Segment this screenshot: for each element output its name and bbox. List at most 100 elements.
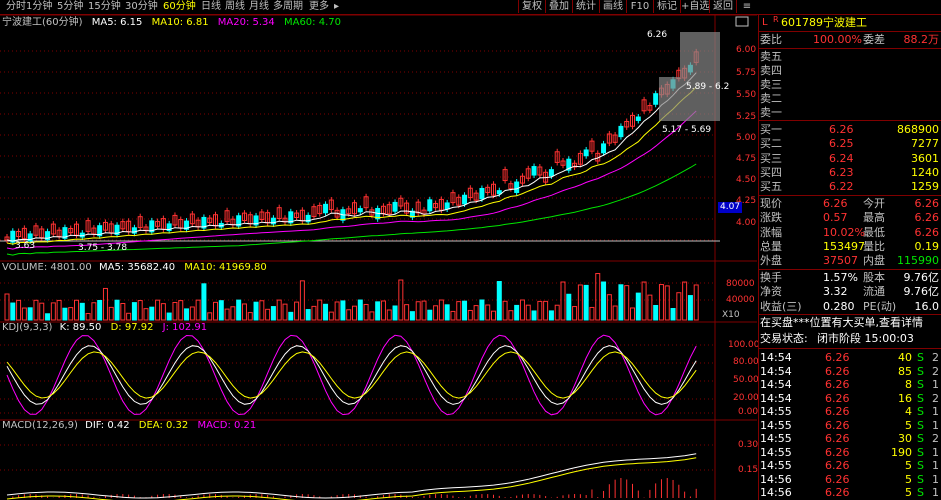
buy-level-label: 买二 bbox=[760, 137, 782, 151]
volume-bar-down bbox=[27, 307, 33, 321]
volume-unit: X10 bbox=[722, 310, 740, 320]
volume-bar-up bbox=[247, 312, 253, 321]
stock-name[interactable]: 宁波建工 bbox=[823, 16, 867, 30]
volume-bar-up bbox=[537, 300, 543, 321]
buy-level-row[interactable]: 买四 6.23 1240 bbox=[759, 166, 941, 180]
candle-down bbox=[392, 201, 398, 212]
pair-low-annotation: 3.75 - 3.78 bbox=[78, 243, 128, 253]
buy-price: 6.25 bbox=[829, 137, 854, 151]
sell-level-row[interactable]: 卖五 bbox=[759, 50, 941, 64]
back-button[interactable]: 返回 bbox=[709, 0, 736, 13]
volume-bar-up bbox=[241, 303, 247, 321]
adjust-button[interactable]: 复权 bbox=[518, 0, 545, 13]
quote-row: 外盘 37507 内盘 115990 bbox=[759, 254, 941, 268]
volume-bar-up bbox=[74, 299, 79, 321]
menu-icon[interactable]: ≡ bbox=[736, 0, 757, 13]
volume-bar-up bbox=[68, 307, 74, 321]
buy-volume: 868900 bbox=[897, 123, 939, 136]
buy-level-row[interactable]: 买三 6.24 3601 bbox=[759, 152, 941, 166]
buy-level-row[interactable]: 买五 6.22 1259 bbox=[759, 180, 941, 194]
volume-bar-up bbox=[525, 304, 531, 321]
volume-bar-up bbox=[120, 302, 126, 321]
sell-level-label: 卖三 bbox=[760, 78, 782, 91]
sell-level-row[interactable]: 卖一 bbox=[759, 106, 941, 120]
tab-1min[interactable]: 1分钟 bbox=[26, 1, 52, 13]
tick-price: 6.26 bbox=[825, 351, 850, 364]
volume-bar-down bbox=[548, 310, 554, 321]
weicha-label: 委差 bbox=[863, 33, 885, 46]
overlay-button[interactable]: 叠加 bbox=[545, 0, 572, 13]
buy-level-row[interactable]: 买一 6.26 868900 bbox=[759, 123, 941, 137]
tab-15min[interactable]: 15分钟 bbox=[88, 1, 121, 13]
fundamental-label: 股本 bbox=[863, 271, 885, 284]
f10-button[interactable]: F10 bbox=[626, 0, 653, 13]
fundamental-value: 9.76亿 bbox=[903, 271, 940, 284]
volume-bar-up bbox=[143, 308, 149, 321]
chart-legend: 宁波建工(60分钟) MA5: 6.15 MA10: 6.81 MA20: 5.… bbox=[2, 17, 341, 28]
mark-button[interactable]: 标记 bbox=[653, 0, 680, 13]
buy-level-row[interactable]: 买二 6.25 7277 bbox=[759, 137, 941, 151]
price-tick: 5.00 bbox=[736, 133, 757, 143]
stats-button[interactable]: 统计 bbox=[572, 0, 599, 13]
volume-bar-up bbox=[456, 301, 462, 321]
tab-monthly[interactable]: 月线 bbox=[249, 1, 269, 13]
tab-weekly[interactable]: 周线 bbox=[225, 1, 245, 13]
weibi-label: 委比 bbox=[760, 33, 782, 46]
sell-level-row[interactable]: 卖二 bbox=[759, 92, 941, 106]
volume-bar-up bbox=[363, 303, 369, 321]
volume-bar-up bbox=[207, 312, 213, 321]
volume-bar-up bbox=[693, 284, 699, 321]
sell-level-row[interactable]: 卖四 bbox=[759, 64, 941, 78]
tab-daily[interactable]: 日线 bbox=[201, 1, 221, 13]
volume-bar-down bbox=[670, 308, 676, 321]
tick-row: 14:54 6.26 40 S 2 bbox=[759, 351, 941, 365]
tick-price: 6.26 bbox=[825, 391, 850, 405]
tick-price: 6.26 bbox=[825, 418, 850, 432]
volume-bar-up bbox=[508, 310, 514, 321]
volume-bar-up bbox=[137, 300, 143, 321]
tab-more[interactable]: 更多 bbox=[309, 1, 329, 13]
tick-volume: 5 bbox=[905, 472, 912, 486]
volume-bar-up bbox=[554, 304, 560, 321]
tab-5min[interactable]: 5分钟 bbox=[57, 1, 83, 13]
volume-bar-up bbox=[352, 305, 357, 321]
more-dropdown-icon[interactable]: ▸ bbox=[334, 1, 339, 13]
tab-30min[interactable]: 30分钟 bbox=[125, 1, 158, 13]
sell-level-row[interactable]: 卖三 bbox=[759, 78, 941, 92]
sell-level-label: 卖四 bbox=[760, 64, 782, 77]
price-tick: 5.75 bbox=[736, 68, 757, 78]
quote-value: 6.26 bbox=[823, 197, 848, 210]
candle-down bbox=[496, 190, 502, 195]
tick-volume: 4 bbox=[905, 405, 912, 418]
low-range-annotation: 5.17 - 5.69 bbox=[662, 125, 712, 135]
volume-bar-up bbox=[630, 307, 635, 321]
quote-panel: L R 601789 宁波建工 委比 100.00% 委差 88.2万 卖五 卖四… bbox=[758, 15, 941, 500]
tab-60min[interactable]: 60分钟 bbox=[163, 1, 196, 13]
add-watchlist-button[interactable]: +自选 bbox=[680, 0, 709, 13]
volume-bar-down bbox=[62, 307, 68, 321]
volume-bar-down bbox=[201, 283, 207, 321]
volume-legend: VOLUME: 4801.00 MA5: 35682.40 MA10: 4196… bbox=[2, 262, 267, 273]
tab-fenshi[interactable]: 分时 bbox=[6, 1, 26, 13]
fundamental-label: 净资 bbox=[760, 285, 782, 299]
volume-bar-up bbox=[56, 299, 62, 321]
tab-multi-period[interactable]: 多周期 bbox=[273, 1, 303, 13]
volume-bar-up bbox=[276, 299, 282, 321]
kdj-d-line bbox=[6, 351, 697, 399]
tick-time: 14:54 bbox=[760, 364, 792, 378]
quote-value: 10.02% bbox=[823, 225, 865, 239]
ma20-line bbox=[6, 110, 697, 250]
weibi-value: 100.00% bbox=[813, 33, 862, 46]
chart-panel: 宁波建工(60分钟) MA5: 6.15 MA10: 6.81 MA20: 5.… bbox=[0, 15, 760, 500]
tick-volume: 85 bbox=[898, 364, 912, 378]
tick-volume: 5 bbox=[905, 418, 912, 432]
big-order-notice[interactable]: 在买盘***位置有大买单,查看详情 bbox=[759, 316, 941, 330]
volume-bar-down bbox=[566, 293, 572, 321]
draw-line-button[interactable]: 画线 bbox=[599, 0, 626, 13]
volume-bar-down bbox=[583, 284, 589, 321]
buy-volume: 1259 bbox=[911, 180, 939, 194]
tick-count: 2 bbox=[932, 432, 939, 445]
tick-volume: 190 bbox=[891, 445, 912, 459]
tick-price: 6.26 bbox=[825, 445, 850, 459]
notice-text[interactable]: 在买盘***位置有大买单,查看详情 bbox=[760, 316, 923, 330]
